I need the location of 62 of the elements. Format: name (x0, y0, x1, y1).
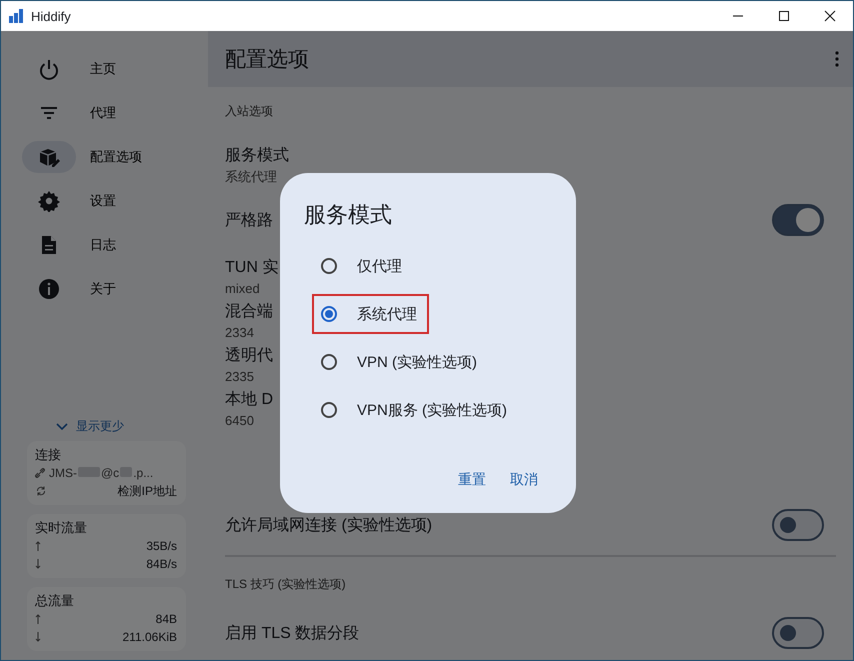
info-icon (38, 278, 60, 300)
card-title: 连接 (35, 446, 62, 464)
setting-title[interactable]: 透明代 (225, 345, 273, 367)
radio-button[interactable] (321, 402, 337, 418)
stat-value: 211.06KiB (122, 630, 177, 644)
stat-value: 35B/s (146, 539, 177, 553)
nav-item[interactable]: 关于 (1, 267, 208, 311)
setting-title: 启用 TLS 数据分段 (225, 624, 360, 644)
dialog-button[interactable]: 重置 (458, 467, 486, 493)
close-icon (824, 10, 836, 22)
radio-button[interactable] (321, 306, 337, 322)
power-icon (38, 58, 60, 80)
setting-title: 允许局域网连接 (实验性选项) (225, 516, 432, 536)
setting-value: 系统代理 (225, 168, 277, 186)
nav-item[interactable]: 配置选项 (1, 135, 208, 179)
dialog-title: 服务模式 (304, 201, 393, 229)
stat-value: 84B/s (146, 557, 177, 571)
setting-title[interactable]: 本地 D (225, 389, 273, 411)
radio-button[interactable] (321, 354, 337, 370)
setting-value: 6450 (225, 412, 254, 430)
arrow-up-icon (35, 541, 41, 551)
setting-value: 2334 (225, 324, 254, 342)
stat-value: 84B (156, 612, 177, 626)
radio-option[interactable]: 系统代理 (312, 294, 429, 334)
card-title: 总流量 (35, 592, 75, 610)
nav-item[interactable]: 主页 (1, 47, 208, 91)
nav-item[interactable]: 日志 (1, 223, 208, 267)
radio-option[interactable]: 仅代理 (312, 246, 414, 286)
link-icon (35, 468, 45, 478)
show-less-button[interactable]: 显示更少 (15, 416, 165, 437)
settings-icon (38, 190, 60, 212)
maximize-icon (778, 10, 790, 22)
setting-title[interactable]: TUN 实 (225, 257, 278, 279)
package-icon (38, 146, 60, 168)
section-header: TLS 技巧 (实验性选项) (225, 576, 346, 592)
setting-title[interactable]: 混合端 (225, 301, 273, 323)
chevron-down-icon (56, 422, 68, 430)
section-header: 入站选项 (225, 102, 273, 120)
radio-option[interactable]: VPN服务 (实验性选项) (312, 390, 519, 430)
profile-name: JMS- @c .p... (49, 466, 154, 480)
radio-button[interactable] (321, 258, 337, 274)
nav-item[interactable]: 设置 (1, 179, 208, 223)
nav-item[interactable]: 代理 (1, 91, 208, 135)
arrow-down-icon (35, 559, 41, 569)
radio-option[interactable]: VPN (实验性选项) (312, 342, 489, 382)
check-ip-link[interactable]: 检测IP地址 (118, 482, 177, 500)
setting-title[interactable]: 服务模式 (225, 145, 289, 167)
setting-value: mixed (225, 280, 260, 298)
toggle-switch[interactable] (772, 617, 824, 649)
card-title: 实时流量 (35, 519, 88, 537)
window-title: Hiddify (31, 8, 71, 24)
setting-title: 严格路 (225, 210, 273, 230)
toggle-switch[interactable] (772, 509, 824, 541)
page-title: 配置选项 (225, 47, 309, 73)
arrow-down-icon (35, 632, 41, 642)
refresh-icon (35, 485, 47, 497)
setting-value: 2335 (225, 368, 254, 386)
dialog-button[interactable]: 取消 (510, 467, 538, 493)
arrow-up-icon (35, 614, 41, 624)
toggle-switch[interactable] (772, 204, 824, 236)
more-icon[interactable] (835, 51, 839, 67)
app-logo-icon (9, 9, 25, 23)
